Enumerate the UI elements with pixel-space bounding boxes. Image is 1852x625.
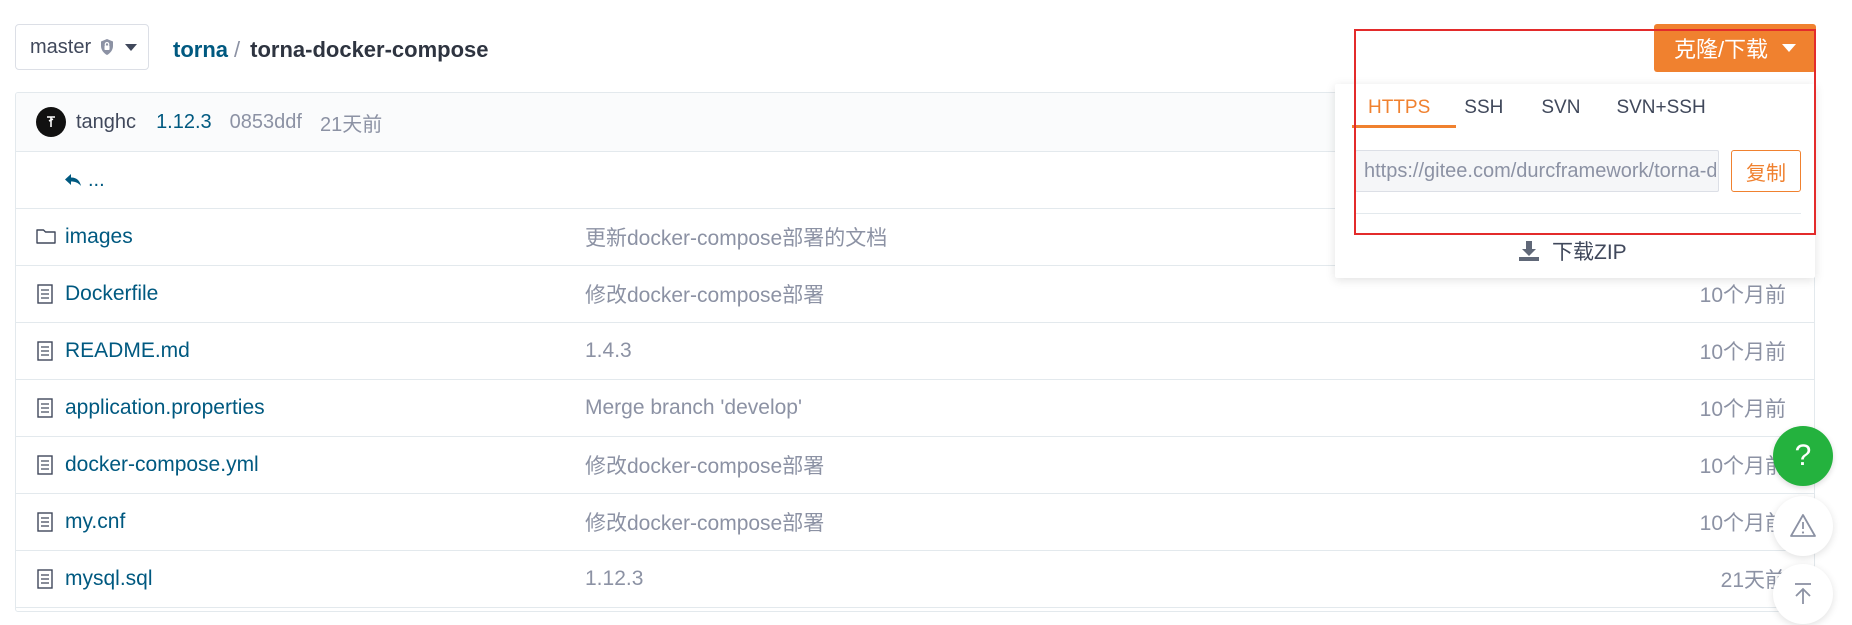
download-zip-button[interactable]: 下载ZIP (1518, 236, 1627, 266)
arrow-up-icon (1795, 583, 1811, 604)
branch-select[interactable]: master (15, 24, 149, 70)
file-name-link[interactable]: docker-compose.yml (65, 453, 259, 477)
tab-https[interactable]: HTTPS (1352, 96, 1457, 128)
clone-button-label: 克隆/下载 (1673, 37, 1769, 62)
commit-time: 21天前 (319, 113, 383, 136)
lock-icon (99, 38, 115, 56)
commit-hash[interactable]: 0853ddf (230, 111, 302, 134)
file-commit-message[interactable]: 修改docker-compose部署 (585, 450, 824, 480)
repo-owner-link[interactable]: torna (173, 37, 228, 63)
file-icon (36, 398, 56, 418)
file-row: README.md 1.4.3 10个月前 (16, 323, 1814, 380)
file-name-link[interactable]: application.properties (65, 396, 265, 420)
breadcrumb: torna / torna-docker-compose (173, 37, 489, 63)
chevron-down-icon (1782, 44, 1797, 52)
commit-version[interactable]: 1.12.3 (156, 111, 212, 134)
help-button[interactable]: ? (1773, 426, 1833, 486)
file-icon (36, 284, 56, 304)
file-icon (36, 455, 56, 475)
tab-ssh[interactable]: SSH (1448, 96, 1525, 128)
download-zip-label: 下载ZIP (1552, 241, 1627, 264)
back-to-top-button[interactable] (1773, 564, 1833, 624)
file-name-link[interactable]: mysql.sql (65, 567, 153, 591)
file-commit-message[interactable]: 1.4.3 (585, 339, 632, 363)
file-icon (36, 569, 56, 589)
file-commit-time: 10个月前 (1699, 341, 1786, 364)
commit-author[interactable]: tanghc (76, 111, 136, 134)
file-row: my.cnf 修改docker-compose部署 10个月前 (16, 494, 1814, 551)
file-name-link[interactable]: images (65, 225, 133, 249)
file-icon (36, 512, 56, 532)
parent-directory-label: ... (88, 168, 105, 191)
tab-svn-ssh[interactable]: SVN+SSH (1602, 96, 1719, 128)
repo-name-link[interactable]: torna-docker-compose (250, 37, 488, 63)
breadcrumb-separator: / (234, 37, 241, 62)
tab-svn[interactable]: SVN (1525, 96, 1602, 128)
divider (1355, 213, 1801, 214)
file-row: docker-compose.yml 修改docker-compose部署 10个月… (16, 437, 1814, 494)
clone-protocol-tabs: HTTPS SSH SVN SVN+SSH (1352, 96, 1720, 128)
folder-icon (36, 227, 56, 247)
file-commit-time: 10个月前 (1699, 398, 1786, 421)
clone-download-button[interactable]: 克隆/下载 (1654, 24, 1816, 72)
reply-arrow-icon (65, 174, 81, 186)
file-commit-message[interactable]: 1.12.3 (585, 567, 643, 591)
file-commit-message[interactable]: 更新docker-compose部署的文档 (585, 222, 887, 252)
file-name-link[interactable]: my.cnf (65, 510, 125, 534)
file-row: mysql.sql 1.12.3 21天前 (16, 551, 1814, 608)
avatar[interactable] (36, 107, 66, 137)
file-commit-message[interactable]: 修改docker-compose部署 (585, 279, 824, 309)
file-icon (36, 341, 56, 361)
file-row: application.properties Merge branch 'deve… (16, 380, 1814, 437)
file-name-link[interactable]: README.md (65, 339, 190, 363)
file-name-link[interactable]: Dockerfile (65, 282, 158, 306)
file-commit-message[interactable]: Merge branch 'develop' (585, 396, 802, 420)
warning-icon (1790, 514, 1816, 537)
download-icon (1519, 241, 1539, 261)
file-commit-message[interactable]: 修改docker-compose部署 (585, 507, 824, 537)
chevron-down-icon (125, 43, 138, 51)
report-button[interactable] (1773, 496, 1833, 556)
branch-name: master (30, 35, 92, 58)
copy-button[interactable]: 复制 (1731, 150, 1801, 192)
file-commit-time: 10个月前 (1699, 284, 1786, 307)
clone-url-input[interactable] (1355, 150, 1719, 192)
